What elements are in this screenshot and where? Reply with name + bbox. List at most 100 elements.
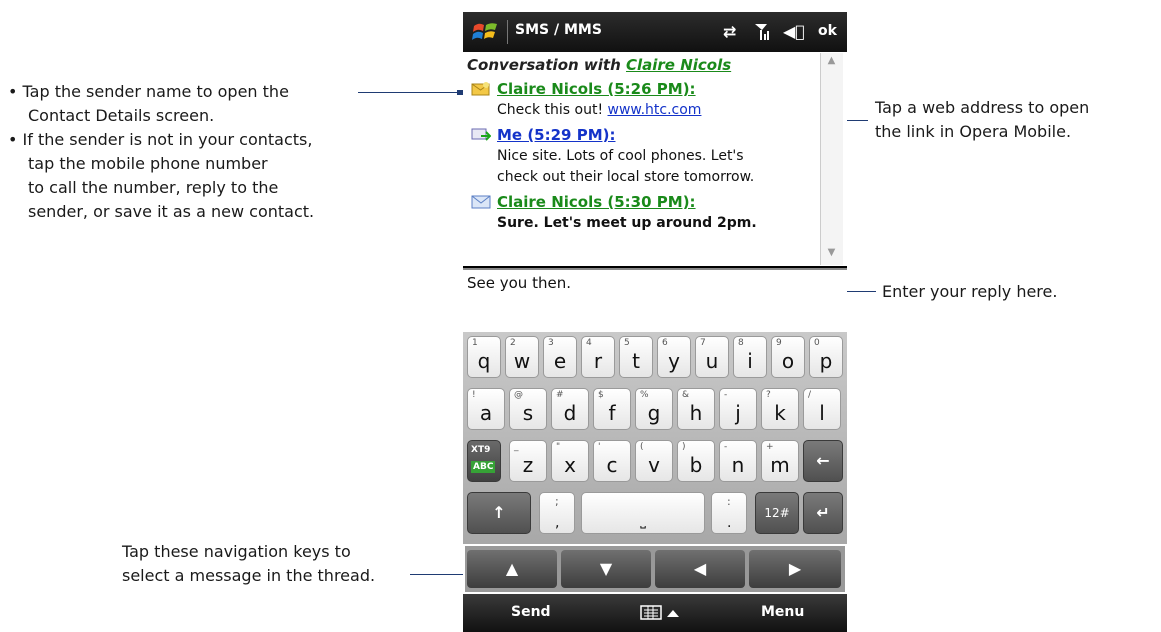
annotation-nav-help: Tap these navigation keys to select a me… — [122, 540, 442, 588]
key-char: o — [781, 349, 795, 373]
enter-key[interactable]: ↵ — [803, 492, 843, 534]
key-alt: 5 — [624, 338, 630, 348]
thread-scrollbar[interactable]: ▲ ▼ — [820, 53, 843, 265]
key-n[interactable]: -n — [719, 440, 757, 482]
key-d[interactable]: # d — [551, 388, 589, 430]
annotation-link-help: Tap a web address to open the link in Op… — [875, 96, 1155, 144]
numeric-key[interactable]: 12# — [755, 492, 799, 534]
key-k[interactable]: ? k — [761, 388, 799, 430]
keyboard-toggle-icon[interactable] — [635, 602, 693, 624]
xt9-label: XT9 — [471, 445, 491, 455]
menu-softkey[interactable]: Menu — [761, 604, 804, 620]
nav-down-button[interactable]: ▼ — [561, 550, 651, 588]
key-z[interactable]: _ z — [509, 440, 547, 482]
key-char: w — [513, 349, 531, 373]
arrow-right-icon: ▶ — [788, 559, 802, 578]
key-char: a — [479, 401, 493, 425]
key-alt: ( — [640, 442, 644, 452]
key-f[interactable]: $ f — [593, 388, 631, 430]
key-alt: # — [556, 390, 564, 400]
key-g[interactable]: % g — [635, 388, 673, 430]
key-char: b — [689, 453, 703, 477]
sender-name[interactable]: Claire Nicols (5:30 PM): — [497, 193, 696, 211]
contact-name-link[interactable]: Claire Nicols — [626, 56, 731, 74]
key-h[interactable]: & h — [677, 388, 715, 430]
key-alt: - — [724, 390, 728, 400]
nav-up-button[interactable]: ▲ — [467, 550, 557, 588]
key-char: h — [689, 401, 703, 425]
key-alt: 6 — [662, 338, 668, 348]
space-key[interactable]: ⎵ — [581, 492, 705, 534]
sender-link[interactable]: Me (5:29 PM): — [467, 124, 817, 146]
space-icon: ⎵ — [640, 513, 646, 529]
app-title: SMS / MMS — [515, 22, 602, 38]
key-l[interactable]: / l — [803, 388, 841, 430]
key-a[interactable]: ! a — [467, 388, 505, 430]
key-o[interactable]: 9o — [771, 336, 805, 378]
key-char: u — [705, 349, 719, 373]
key-char: g — [647, 401, 661, 425]
nav-right-button[interactable]: ▶ — [749, 550, 841, 588]
sender-name[interactable]: Claire Nicols (5:26 PM): — [497, 80, 696, 98]
key-s[interactable]: @ s — [509, 388, 547, 430]
shift-icon: ↑ — [492, 503, 506, 522]
sender-link[interactable]: Claire Nicols (5:30 PM): — [467, 191, 817, 213]
reply-text[interactable]: See you then. — [467, 274, 571, 292]
web-link[interactable]: www.htc.com — [608, 102, 702, 118]
ok-button[interactable]: ok — [818, 23, 837, 39]
key-semicolon[interactable]: ; , — [539, 492, 575, 534]
nav-left-button[interactable]: ◀ — [655, 550, 745, 588]
sender-name[interactable]: Me (5:29 PM): — [497, 126, 615, 144]
key-b[interactable]: ) b — [677, 440, 715, 482]
xt9-toggle-key[interactable]: XT9 ABC — [467, 440, 501, 482]
key-e[interactable]: 3e — [543, 336, 577, 378]
key-c[interactable]: ' c — [593, 440, 631, 482]
key-p[interactable]: 0p — [809, 336, 843, 378]
backspace-key[interactable]: ← — [803, 440, 843, 482]
annotation-line: • If the sender is not in your contacts, — [8, 130, 313, 149]
windows-start-icon[interactable] — [471, 18, 501, 46]
key-alt: 3 — [548, 338, 554, 348]
key-colon[interactable]: : . — [711, 492, 747, 534]
key-u[interactable]: 7u — [695, 336, 729, 378]
key-w[interactable]: 2w — [505, 336, 539, 378]
annotation-line: to call the number, reply to the — [28, 178, 279, 197]
message-body: Nice site. Lots of cool phones. Let's ch… — [467, 146, 817, 188]
unread-envelope-icon — [471, 195, 491, 209]
sender-link[interactable]: Claire Nicols (5:26 PM): — [467, 78, 817, 100]
conversation-header: Conversation with Claire Nicols — [467, 52, 817, 78]
send-softkey[interactable]: Send — [511, 604, 551, 620]
signal-icon — [755, 24, 769, 40]
arrow-up-icon: ▲ — [505, 559, 519, 578]
key-char: z — [522, 453, 534, 477]
key-x[interactable]: " x — [551, 440, 589, 482]
key-t[interactable]: 5t — [619, 336, 653, 378]
message-text: check out their local store tomorrow. — [497, 169, 755, 185]
key-char: e — [553, 349, 567, 373]
key-alt: ' — [598, 442, 601, 452]
key-char: f — [608, 401, 616, 425]
key-j[interactable]: -j — [719, 388, 757, 430]
key-char: q — [477, 349, 491, 373]
key-i[interactable]: 8i — [733, 336, 767, 378]
key-v[interactable]: (v — [635, 440, 673, 482]
scroll-up-icon[interactable]: ▲ — [824, 55, 839, 71]
key-char: y — [668, 349, 680, 373]
annotation-reply-help: Enter your reply here. — [882, 282, 1058, 301]
key-char: v — [648, 453, 660, 477]
scroll-down-icon[interactable]: ▼ — [824, 247, 839, 263]
key-char: i — [747, 349, 753, 373]
key-m[interactable]: + m — [761, 440, 799, 482]
reply-input[interactable]: See you then. — [463, 268, 847, 334]
enter-icon: ↵ — [816, 503, 830, 522]
key-y[interactable]: 6y — [657, 336, 691, 378]
arrow-down-icon: ▼ — [599, 559, 613, 578]
key-alt: : — [727, 495, 731, 508]
key-q[interactable]: 1q — [467, 336, 501, 378]
key-char: d — [563, 401, 577, 425]
annotation-line: the link in Opera Mobile. — [875, 122, 1072, 141]
annotation-line: Tap a web address to open — [875, 98, 1090, 117]
shift-key[interactable]: ↑ — [467, 492, 531, 534]
key-r[interactable]: 4r — [581, 336, 615, 378]
annotation-line: Contact Details screen. — [28, 106, 215, 125]
